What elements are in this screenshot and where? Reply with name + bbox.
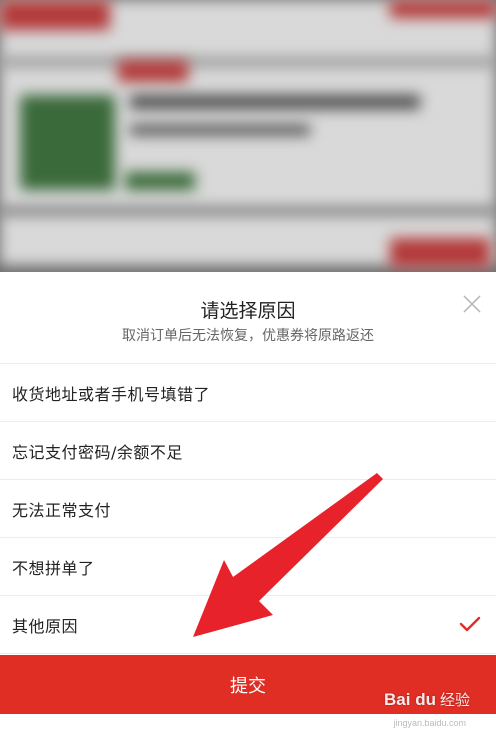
watermark-logo: Bai du <box>384 689 436 709</box>
watermark-text: 经验 <box>439 691 470 709</box>
check-icon <box>459 616 481 632</box>
sheet-subtitle: 取消订单后无法恢复，优惠券将原路返还 <box>122 328 374 344</box>
close-icon[interactable] <box>460 292 484 316</box>
reason-label: 其他原因 <box>12 616 79 636</box>
reason-label: 忘记支付密码/余额不足 <box>12 442 183 462</box>
reason-option-password[interactable]: 忘记支付密码/余额不足 <box>0 422 496 480</box>
cancel-reason-sheet: 请选择原因 取消订单后无法恢复，优惠券将原路返还 收货地址或者手机号填错了 忘记… <box>0 272 496 734</box>
blurred-background-page <box>0 0 496 272</box>
reason-label: 收货地址或者手机号填错了 <box>12 384 211 404</box>
reason-option-payment-failed[interactable]: 无法正常支付 <box>0 480 496 538</box>
reason-list: 收货地址或者手机号填错了 忘记支付密码/余额不足 无法正常支付 不想拼单了 其他… <box>0 364 496 654</box>
reason-option-no-group-buy[interactable]: 不想拼单了 <box>0 538 496 596</box>
reason-label: 不想拼单了 <box>12 558 95 578</box>
reason-option-other[interactable]: 其他原因 <box>0 596 496 654</box>
sheet-title: 请选择原因 <box>200 300 296 322</box>
reason-option-address[interactable]: 收货地址或者手机号填错了 <box>0 364 496 422</box>
baidu-watermark: Bai du 经验 <box>384 689 470 710</box>
reason-label: 无法正常支付 <box>12 500 112 520</box>
sheet-header: 请选择原因 取消订单后无法恢复，优惠券将原路返还 <box>0 272 496 364</box>
watermark-url: jingyan.baidu.com <box>393 718 466 728</box>
